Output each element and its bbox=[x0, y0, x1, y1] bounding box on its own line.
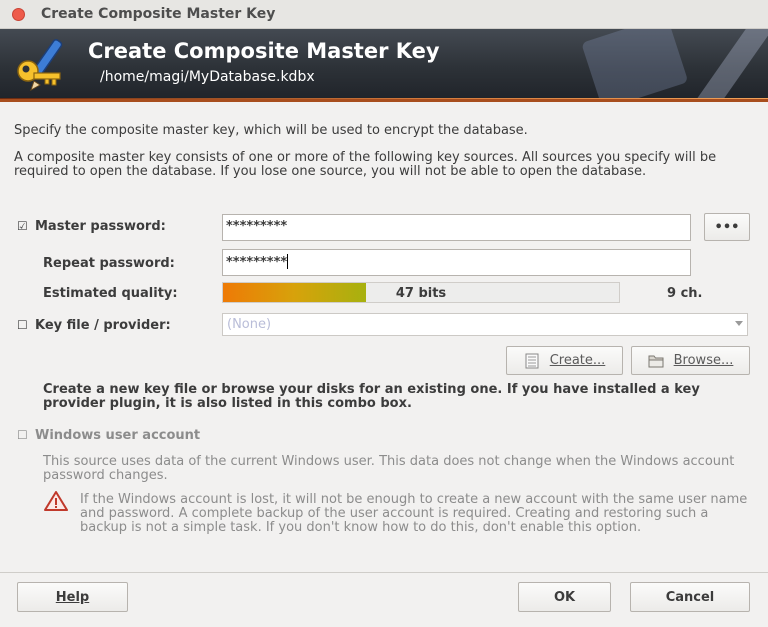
browse-key-file-button[interactable]: Browse... bbox=[631, 346, 750, 375]
master-password-field[interactable]: ********* bbox=[222, 214, 691, 241]
window-title: Create Composite Master Key bbox=[41, 6, 276, 22]
chevron-down-icon bbox=[735, 321, 743, 326]
repeat-password-field[interactable]: ********* bbox=[222, 249, 691, 276]
key-file-selected-value: (None) bbox=[227, 317, 272, 332]
key-file-label: Key file / provider: bbox=[35, 318, 171, 333]
help-button[interactable]: Help bbox=[17, 582, 128, 612]
key-file-combo[interactable]: (None) bbox=[222, 313, 748, 336]
intro-text-2: A composite master key consists of one o… bbox=[14, 150, 717, 179]
banner-watermark-icon bbox=[582, 29, 768, 99]
warning-icon bbox=[44, 491, 68, 511]
help-button-label: Help bbox=[55, 589, 90, 605]
cancel-button[interactable]: Cancel bbox=[630, 582, 750, 612]
windows-account-label: Windows user account bbox=[35, 428, 201, 443]
key-pen-icon bbox=[17, 39, 63, 92]
windows-account-checkbox[interactable]: ☐ bbox=[17, 429, 28, 441]
close-window-button[interactable] bbox=[12, 8, 25, 21]
footer-separator bbox=[0, 572, 768, 573]
header-banner: Create Composite Master Key /home/magi/M… bbox=[0, 29, 768, 102]
create-key-file-button[interactable]: Create... bbox=[506, 346, 623, 375]
key-file-hint: Create a new key file or browse your dis… bbox=[43, 382, 700, 411]
master-password-label: Master password: bbox=[35, 219, 166, 234]
quality-meter: 47 bits bbox=[222, 282, 620, 303]
banner-stripe bbox=[0, 98, 768, 99]
text-caret bbox=[287, 254, 289, 269]
create-button-label: Create... bbox=[549, 353, 606, 368]
intro-text-1: Specify the composite master key, which … bbox=[14, 123, 528, 138]
window-titlebar: Create Composite Master Key bbox=[0, 0, 768, 29]
key-file-icon bbox=[525, 353, 539, 368]
windows-account-description: This source uses data of the current Win… bbox=[43, 454, 735, 483]
database-path: /home/magi/MyDatabase.kdbx bbox=[100, 69, 315, 85]
master-password-checkbox[interactable]: ☑ bbox=[17, 220, 28, 232]
estimated-quality-label: Estimated quality: bbox=[43, 286, 178, 301]
windows-account-warning: If the Windows account is lost, it will … bbox=[80, 492, 748, 535]
banner-heading: Create Composite Master Key bbox=[88, 39, 440, 63]
folder-icon bbox=[648, 355, 664, 367]
show-password-toggle-button[interactable]: ••• bbox=[704, 213, 750, 241]
browse-button-label: Browse... bbox=[673, 353, 734, 368]
password-length-text: 9 ch. bbox=[667, 286, 703, 301]
quality-bits-text: 47 bits bbox=[395, 286, 447, 301]
key-file-checkbox[interactable]: ☐ bbox=[17, 319, 28, 331]
ok-button[interactable]: OK bbox=[518, 582, 611, 612]
repeat-password-label: Repeat password: bbox=[43, 256, 175, 271]
repeat-password-value: ********* bbox=[226, 255, 288, 270]
